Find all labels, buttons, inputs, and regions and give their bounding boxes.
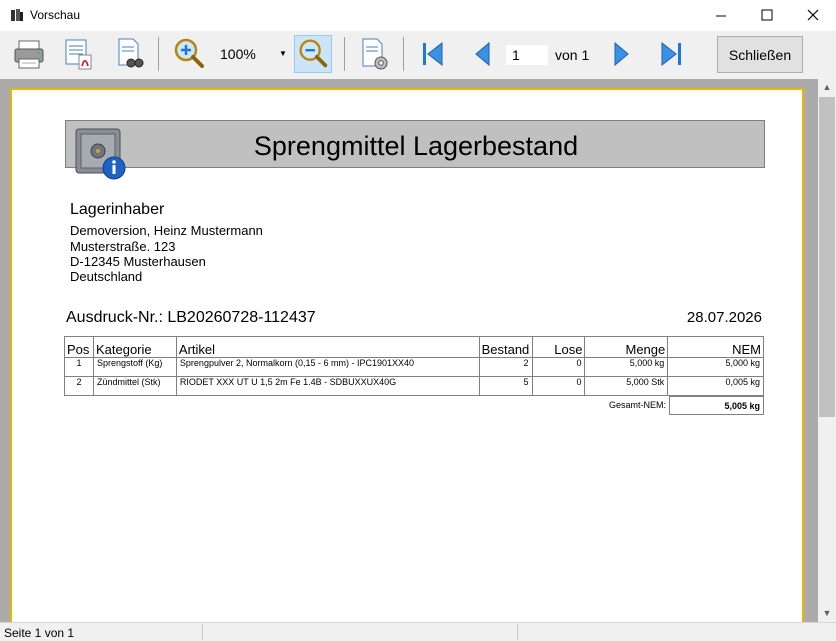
total-nem-value: 5,005 kg xyxy=(669,396,764,415)
status-bar: Seite 1 von 1 xyxy=(0,622,836,641)
cell-quantity: 5,000 kg xyxy=(584,357,669,377)
cell-quantity: 5,000 Stk xyxy=(584,376,669,396)
toolbar-separator xyxy=(344,37,345,71)
first-page-icon[interactable] xyxy=(414,35,452,73)
status-divider xyxy=(202,624,203,640)
print-date: 28.07.2026 xyxy=(686,309,762,326)
stock-table: Pos Kategorie Artikel Bestand Lose Menge… xyxy=(64,336,764,396)
app-icon xyxy=(11,9,23,21)
scroll-down-icon[interactable]: ▼ xyxy=(818,605,836,622)
cell-lots: 0 xyxy=(531,357,586,377)
table-row: 1 Sprengstoff (Kg) Sprengpulver 2, Norma… xyxy=(64,357,764,377)
preview-viewport[interactable]: Sprengmittel Lagerbestand Lagerinhaber D… xyxy=(0,79,818,622)
owner-city: D-12345 Musterhausen xyxy=(70,254,206,269)
safe-info-icon xyxy=(75,128,126,180)
page-of-label: von 1 xyxy=(555,47,590,63)
zoom-dropdown-arrow-icon[interactable]: ▼ xyxy=(278,45,288,63)
owner-name: Demoversion, Heinz Mustermann xyxy=(70,223,263,238)
owner-country: Deutschland xyxy=(70,269,143,284)
total-nem-label: Gesamt-NEM: xyxy=(608,400,666,410)
title-bar: Vorschau xyxy=(0,0,836,31)
cell-article: Sprengpulver 2, Normalkorn (0,15 - 6 mm)… xyxy=(175,357,480,377)
owner-street: Musterstraße. 123 xyxy=(70,239,176,254)
cell-nem: 0,005 kg xyxy=(667,376,764,396)
next-page-icon[interactable] xyxy=(602,35,640,73)
report-header: Sprengmittel Lagerbestand xyxy=(65,120,765,180)
cell-stock: 2 xyxy=(478,357,533,377)
page-setup-icon[interactable] xyxy=(356,35,394,73)
report-title: Sprengmittel Lagerbestand xyxy=(253,131,579,161)
cell-pos: 2 xyxy=(64,376,94,396)
print-icon[interactable] xyxy=(10,35,48,73)
previous-page-icon[interactable] xyxy=(464,35,502,73)
vertical-scrollbar[interactable]: ▲ ▼ xyxy=(818,79,836,622)
col-lots: Lose xyxy=(531,336,586,358)
col-article: Artikel xyxy=(175,336,480,358)
close-button[interactable]: Schließen xyxy=(717,36,803,73)
zoom-value: 100% xyxy=(220,46,256,62)
zoom-out-icon[interactable] xyxy=(294,35,332,73)
find-text-icon[interactable] xyxy=(110,35,148,73)
cell-pos: 1 xyxy=(64,357,94,377)
toolbar-separator xyxy=(403,37,404,71)
cell-lots: 0 xyxy=(531,376,586,396)
toolbar-separator xyxy=(158,37,159,71)
page-number-input[interactable] xyxy=(506,45,548,65)
cell-nem: 5,000 kg xyxy=(667,357,764,377)
cell-category: Zündmittel (Stk) xyxy=(92,376,177,396)
toolbar: 100% ▼ von 1 Schließen xyxy=(0,31,836,79)
scroll-up-icon[interactable]: ▲ xyxy=(818,79,836,96)
status-divider xyxy=(517,624,518,640)
report-page: Sprengmittel Lagerbestand Lagerinhaber D… xyxy=(10,88,804,622)
col-category: Kategorie xyxy=(92,336,177,358)
cell-stock: 5 xyxy=(478,376,533,396)
close-window-icon[interactable] xyxy=(790,0,836,31)
window-title: Vorschau xyxy=(30,8,81,22)
maximize-icon[interactable] xyxy=(744,0,790,31)
col-pos: Pos xyxy=(64,336,94,358)
col-nem: NEM xyxy=(667,336,764,358)
table-row: 2 Zündmittel (Stk) RIODET XXX UT U 1,5 2… xyxy=(64,376,764,396)
zoom-select[interactable]: 100% ▼ xyxy=(216,43,290,65)
minimize-icon[interactable] xyxy=(698,0,744,31)
zoom-in-icon[interactable] xyxy=(170,35,208,73)
last-page-icon[interactable] xyxy=(652,35,690,73)
export-pdf-icon[interactable] xyxy=(60,35,98,73)
owner-heading: Lagerinhaber xyxy=(70,201,165,218)
cell-article: RIODET XXX UT U 1,5 2m Fe 1.4B - SDBUXXU… xyxy=(175,376,480,396)
cell-category: Sprengstoff (Kg) xyxy=(92,357,177,377)
table-header-row: Pos Kategorie Artikel Bestand Lose Menge… xyxy=(64,336,764,358)
scrollbar-thumb[interactable] xyxy=(819,97,835,417)
col-quantity: Menge xyxy=(584,336,669,358)
col-stock: Bestand xyxy=(478,336,533,358)
status-text: Seite 1 von 1 xyxy=(4,626,75,640)
print-number: Ausdruck-Nr.: LB20260728-112437 xyxy=(66,309,316,326)
